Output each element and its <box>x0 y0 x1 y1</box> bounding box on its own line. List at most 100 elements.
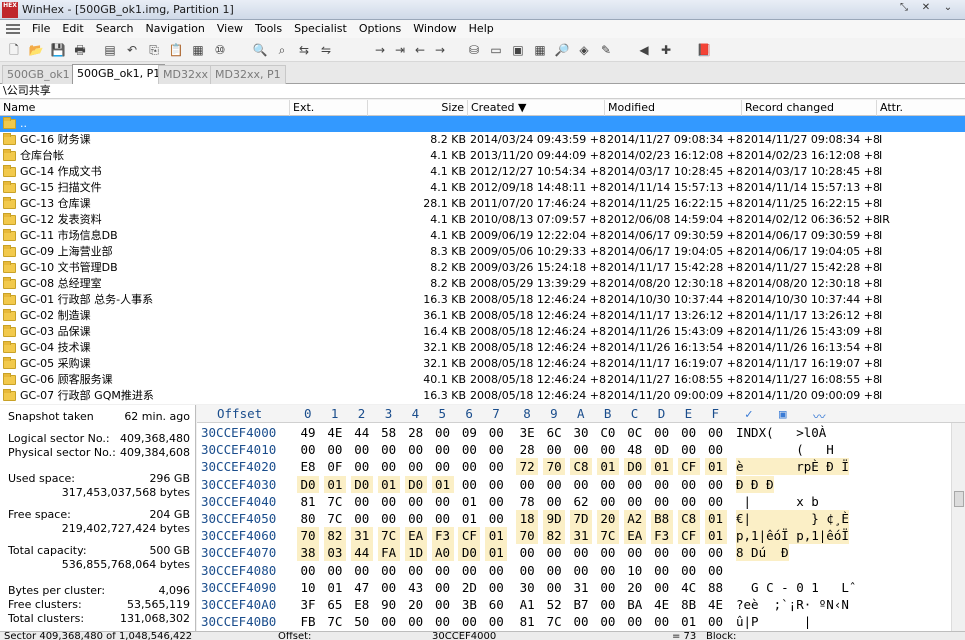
column-ext[interactable]: Ext. <box>290 100 368 116</box>
hex-editor[interactable]: Offset 0 1 2 3 4 5 6 7 8 9 A B C D E F ✓ ▣ 〰 30CCEF4000 49 4… <box>197 405 965 631</box>
hex-byte[interactable]: 7C <box>596 527 619 545</box>
hex-byte[interactable]: E8 <box>351 596 373 613</box>
hex-byte[interactable]: 7C <box>324 493 346 510</box>
column-modified[interactable]: Modified <box>605 100 742 116</box>
disk-icon[interactable]: ⛁ <box>466 42 482 58</box>
menu-specialist[interactable]: Specialist <box>288 20 353 38</box>
column-record-changed[interactable]: Record changed <box>742 100 877 116</box>
hex-byte[interactable]: 00 <box>651 579 673 596</box>
hex-byte[interactable]: 01 <box>704 527 727 545</box>
hex-byte[interactable]: D0 <box>350 475 373 493</box>
hex-row[interactable]: 30CCEF4070 38 03 44 FA 1D A0 D0 01 00 00 00 00 00 00 00… <box>197 544 965 562</box>
hex-byte[interactable]: 00 <box>378 579 400 596</box>
hex-byte[interactable]: 00 <box>432 458 454 475</box>
table-row[interactable]: .. <box>0 116 965 132</box>
copy-icon[interactable]: ⎘ <box>146 42 162 58</box>
hex-byte[interactable]: 3B <box>458 596 480 613</box>
tab-500gb-ok1-p1[interactable]: 500GB_ok1, P1 <box>72 64 166 85</box>
hex-ascii[interactable]: û|P | <box>736 613 811 630</box>
hex-byte[interactable]: 00 <box>651 476 673 493</box>
column-size[interactable]: Size <box>368 100 468 116</box>
hex-byte[interactable]: 31 <box>350 527 373 545</box>
hex-byte[interactable]: 00 <box>651 613 673 630</box>
table-row[interactable]: GC-11 市场信息DB 4.1 KB 2009/06/19 12:22:04 +8… <box>0 228 965 244</box>
hex-byte[interactable]: EA <box>404 527 427 545</box>
hex-byte[interactable]: 00 <box>378 510 400 527</box>
hex-byte[interactable]: 20 <box>405 596 427 613</box>
hex-byte[interactable]: 01 <box>458 510 480 527</box>
hex-row[interactable]: 30CCEF4000 49 4E 44 58 28 00 09 00 3E 6C 30 C0 0C 00 00… <box>197 424 965 441</box>
hex-byte[interactable]: 00 <box>651 493 673 510</box>
tab-md32xx[interactable]: MD32xx <box>158 65 213 84</box>
hex-byte[interactable]: 43 <box>405 579 427 596</box>
hex-byte[interactable]: 00 <box>458 476 480 493</box>
hex-byte[interactable]: 70 <box>297 527 319 545</box>
hex-byte[interactable]: 00 <box>516 544 538 561</box>
hex-byte[interactable]: A0 <box>431 544 454 562</box>
hex-byte[interactable]: 00 <box>651 424 673 441</box>
hex-byte[interactable]: 01 <box>704 510 727 527</box>
table-row[interactable]: GC-13 仓库课 28.1 KB 2011/07/20 17:46:24 +8 20… <box>0 196 965 212</box>
hex-byte[interactable]: 0C <box>624 424 646 441</box>
hex-byte[interactable]: 00 <box>432 579 454 596</box>
hex-byte[interactable]: 00 <box>570 613 592 630</box>
hex-byte[interactable]: CF <box>677 527 700 545</box>
hex-byte[interactable]: 00 <box>597 476 619 493</box>
hex-byte[interactable]: 00 <box>351 493 373 510</box>
column-created[interactable]: Created ▼ <box>468 100 605 116</box>
close-icon[interactable]: ✕ <box>915 0 937 16</box>
hex-byte[interactable]: 3E <box>516 424 538 441</box>
hex-byte[interactable]: 0D <box>651 441 673 458</box>
hex-byte[interactable]: 00 <box>705 562 727 579</box>
tab-md32xx-p1[interactable]: MD32xx, P1 <box>210 65 286 84</box>
hex-byte[interactable]: 00 <box>705 441 727 458</box>
hex-byte[interactable]: 88 <box>705 579 727 596</box>
restore-icon[interactable]: ⤡ <box>893 0 915 16</box>
hex-byte[interactable]: 00 <box>597 493 619 510</box>
hex-byte[interactable]: D0 <box>297 475 319 493</box>
wave-icon[interactable]: 〰 <box>813 406 826 425</box>
hex-byte[interactable]: 00 <box>597 596 619 613</box>
hex-byte[interactable]: 00 <box>570 476 592 493</box>
table-row[interactable]: 仓库台帐 4.1 KB 2013/11/20 09:44:09 +8 2014/02/… <box>0 148 965 164</box>
hex-row[interactable]: 30CCEF4080 00 00 00 00 00 00 00 00 00 00 00 00 10 00 00… <box>197 562 965 579</box>
hex-byte[interactable]: 44 <box>350 544 373 562</box>
hex-byte[interactable]: 00 <box>543 493 565 510</box>
menu-search[interactable]: Search <box>90 20 140 38</box>
hex-byte[interactable]: 2D <box>458 579 480 596</box>
chevron-down-icon[interactable]: ⌄ <box>937 0 959 16</box>
hex-byte[interactable]: 01 <box>431 475 454 493</box>
hex-byte[interactable]: B7 <box>570 596 592 613</box>
goto-sector-icon[interactable]: ⇥ <box>392 42 408 58</box>
hex-byte[interactable]: 6C <box>543 424 565 441</box>
hex-byte[interactable]: 00 <box>597 579 619 596</box>
hex-byte[interactable]: 00 <box>432 613 454 630</box>
hex-row[interactable]: 30CCEF4090 10 01 47 00 43 00 2D 00 30 00 31 00 20 00 4C… <box>197 579 965 596</box>
hex-byte[interactable]: 4E <box>651 596 673 613</box>
hex-byte[interactable]: 50 <box>351 613 373 630</box>
table-row[interactable]: GC-07 行政部 GQM推进系 16.3 KB 2008/05/18 12:46:… <box>0 388 965 404</box>
table-row[interactable]: GC-12 发表资料 4.1 KB 2010/08/13 07:09:57 +8 20… <box>0 212 965 228</box>
hex-scrollbar[interactable] <box>951 423 965 631</box>
hex-byte[interactable]: 00 <box>705 613 727 630</box>
hex-byte[interactable]: 00 <box>458 458 480 475</box>
hex-byte[interactable]: 00 <box>543 441 565 458</box>
hex-byte[interactable]: 7D <box>570 510 592 527</box>
hex-byte[interactable]: 03 <box>323 544 346 562</box>
hex-row[interactable]: 30CCEF4010 00 00 00 00 00 00 00 00 28 00 00 00 48 0D 00… <box>197 441 965 458</box>
hex-byte[interactable]: 47 <box>351 579 373 596</box>
properties-icon[interactable]: ▤ <box>102 42 118 58</box>
hex-byte[interactable]: 00 <box>297 441 319 458</box>
hex-byte[interactable]: 00 <box>570 441 592 458</box>
text-mode-icon[interactable]: ✓ <box>745 406 753 421</box>
hex-byte[interactable]: 81 <box>297 493 319 510</box>
hex-ascii[interactable]: ?eè ;`¡R· ºN‹N <box>736 596 849 613</box>
hex-byte[interactable]: A2 <box>623 510 646 527</box>
hex-byte[interactable]: 00 <box>678 476 700 493</box>
hex-byte[interactable]: 4E <box>324 424 346 441</box>
hex-byte[interactable]: 00 <box>705 476 727 493</box>
hex-byte[interactable]: 00 <box>485 476 507 493</box>
hex-byte[interactable]: FA <box>377 544 400 562</box>
hex-byte[interactable]: 1D <box>404 544 427 562</box>
hex-byte[interactable]: 60 <box>485 596 507 613</box>
